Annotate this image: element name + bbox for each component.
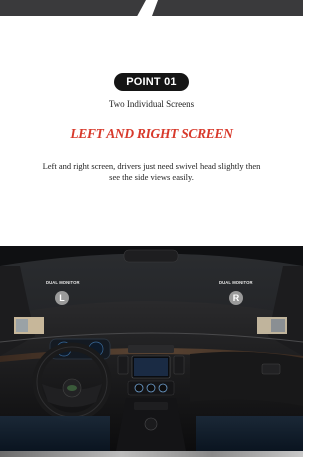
dual-monitor-label-right: DUAL MONITOR <box>219 280 253 285</box>
dual-monitor-label-left: DUAL MONITOR <box>46 280 80 285</box>
section-subtitle: Two Individual Screens <box>108 99 195 109</box>
point-badge: POINT 01 <box>114 73 189 91</box>
car-interior-illustration <box>0 246 303 451</box>
next-section-preview-strip <box>0 451 303 457</box>
right-screen-marker: R <box>229 291 243 305</box>
top-banner-band <box>0 0 303 16</box>
top-banner-panel-left <box>0 0 146 16</box>
section-headline: LEFT AND RIGHT SCREEN <box>70 126 233 141</box>
left-screen-marker: L <box>55 291 69 305</box>
car-interior-photo: DUAL MONITOR DUAL MONITOR L R <box>0 246 303 451</box>
top-banner-panel-right <box>152 0 303 16</box>
section-description: Left and right screen, drivers just need… <box>42 161 261 182</box>
